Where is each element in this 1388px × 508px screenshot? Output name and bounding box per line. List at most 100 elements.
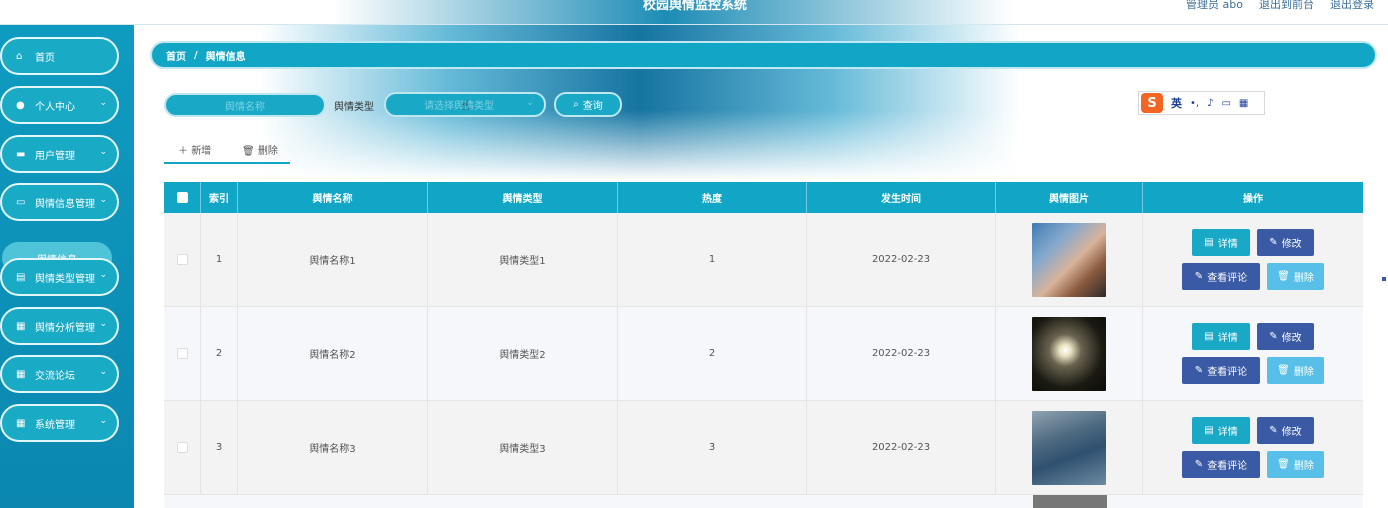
pencil-icon: ✎	[1194, 459, 1204, 470]
clipboard-icon: ▤	[16, 271, 26, 283]
cell-date: 2022-02-23	[807, 307, 996, 400]
cell-actions: ▤ 详情 ✎ 修改 ✎ 查看评论 🗑 删除	[1143, 401, 1363, 494]
delete-label: 删除	[1293, 461, 1314, 472]
breadcrumb: 首页 / 舆情信息	[150, 41, 1377, 69]
add-button[interactable]: ＋ 新增	[178, 142, 211, 157]
header-name: 舆情名称	[238, 182, 428, 213]
detail-button[interactable]: ▤ 详情	[1192, 229, 1250, 256]
logout-link[interactable]: 退出登录	[1330, 0, 1374, 12]
sidebar-item-user-management[interactable]: ▬ 用户管理 ⌄	[0, 135, 119, 173]
keyboard-icon[interactable]: ▭	[1221, 98, 1230, 109]
home-icon: ⌂	[16, 50, 23, 62]
chevron-down-icon: ⌄	[99, 270, 107, 280]
edit-button[interactable]: ✎ 修改	[1257, 323, 1314, 350]
delete-button[interactable]: 🗑 删除	[1267, 263, 1324, 290]
ime-toolbar[interactable]: S 英 •, ♪ ▭ ▦	[1138, 91, 1265, 115]
app-title: 校园舆情监控系统	[642, 0, 747, 13]
trash-icon: 🗑	[1277, 271, 1290, 282]
grid-icon: ▦	[16, 368, 26, 380]
row-checkbox[interactable]	[176, 442, 188, 453]
sidebar-item-label: 首页	[35, 52, 55, 64]
comment-label: 查看评论	[1207, 461, 1248, 472]
search-icon: ⌕	[573, 99, 579, 110]
back-to-front-link[interactable]: 退出到前台	[1259, 0, 1314, 12]
select-all-checkbox[interactable]	[176, 192, 188, 203]
delete-label: 删除	[1293, 273, 1314, 284]
chevron-down-icon: ⌄	[99, 147, 107, 157]
cell-name: 舆情名称1	[238, 213, 428, 306]
delete-label: 删除	[257, 146, 278, 157]
table-header: 索引 舆情名称 舆情类型 热度 发生时间 舆情图片 操作	[164, 182, 1363, 213]
detail-label: 详情	[1217, 333, 1238, 344]
sidebar-item-label: 舆情分析管理	[35, 322, 95, 334]
chevron-down-icon: ⌄	[99, 319, 107, 329]
sidebar-item-opinion-type-management[interactable]: ▤ 舆情类型管理 ⌄	[0, 258, 119, 296]
sidebar-item-label: 用户管理	[35, 150, 75, 162]
query-label: 查询	[582, 101, 603, 112]
edit-button[interactable]: ✎ 修改	[1257, 417, 1314, 444]
top-bar: 校园舆情监控系统 管理员 abo 退出到前台 退出登录	[0, 0, 1388, 25]
opinion-thumbnail[interactable]	[1032, 222, 1106, 297]
document-icon: ▤	[1204, 237, 1214, 248]
grid-icon[interactable]: ▦	[1239, 98, 1248, 109]
row-checkbox-cell	[164, 213, 201, 306]
grid-icon: ▦	[16, 320, 26, 332]
sidebar-item-system-management[interactable]: ▦ 系统管理 ⌄	[0, 404, 119, 442]
punctuation-icon[interactable]: •,	[1190, 98, 1199, 109]
chevron-down-icon: ⌄	[99, 195, 107, 205]
table-row: 1 舆情名称1 舆情类型1 1 2022-02-23 ▤ 详情 ✎ 修改 ✎ 查看评论…	[164, 213, 1363, 307]
sidebar-item-opinion-info-management[interactable]: ▭ 舆情信息管理 ⌄	[0, 183, 119, 221]
trash-icon: 🗑	[1277, 365, 1290, 376]
cell-heat: 2	[618, 307, 807, 400]
cell-index: 2	[201, 307, 238, 400]
sidebar-item-personal-center[interactable]: ● 个人中心 ⌄	[0, 86, 119, 124]
cell-date: 2022-02-23	[807, 401, 996, 494]
detail-label: 详情	[1217, 239, 1238, 250]
breadcrumb-home[interactable]: 首页	[166, 48, 186, 63]
delete-button[interactable]: 🗑 删除	[1267, 357, 1324, 384]
opinion-thumbnail[interactable]	[1032, 410, 1106, 485]
header-date: 发生时间	[807, 182, 996, 213]
chevron-down-icon: ⌄	[99, 416, 107, 426]
page: 校园舆情监控系统 管理员 abo 退出到前台 退出登录 ⌂ 首页 ● 个人中心 …	[0, 0, 1388, 508]
briefcase-icon: ▭	[16, 196, 26, 208]
opinion-thumbnail[interactable]	[1032, 316, 1106, 391]
edit-button[interactable]: ✎ 修改	[1257, 229, 1314, 256]
breadcrumb-separator: /	[194, 49, 198, 61]
delete-button[interactable]: 🗑 删除	[1267, 451, 1324, 478]
row-checkbox[interactable]	[176, 348, 188, 359]
header-heat: 热度	[618, 182, 807, 213]
sidebar-item-forum[interactable]: ▦ 交流论坛 ⌄	[0, 355, 119, 393]
pencil-icon: ✎	[1194, 365, 1204, 376]
document-icon: ▤	[1204, 425, 1214, 436]
sidebar-item-opinion-analysis-management[interactable]: ▦ 舆情分析管理 ⌄	[0, 307, 119, 345]
row-checkbox[interactable]	[176, 254, 188, 265]
header-select-all	[164, 182, 201, 213]
sidebar-item-home[interactable]: ⌂ 首页	[0, 37, 119, 75]
detail-button[interactable]: ▤ 详情	[1192, 323, 1250, 350]
sidebar-item-label: 交流论坛	[35, 370, 75, 382]
opinion-name-placeholder: 舆情名称	[225, 101, 265, 113]
pencil-icon: ✎	[1194, 271, 1204, 282]
background-wash	[260, 0, 1020, 180]
row-checkbox-cell	[164, 307, 201, 400]
grid-icon: ▦	[16, 417, 26, 429]
admin-user-link[interactable]: 管理员 abo	[1186, 0, 1243, 12]
edit-label: 修改	[1281, 239, 1302, 250]
batch-delete-button[interactable]: 🗑 删除	[242, 142, 278, 157]
cell-image	[996, 213, 1143, 306]
table-toolbar: ＋ 新增 🗑 删除	[164, 140, 290, 164]
cell-type: 舆情类型3	[428, 401, 618, 494]
view-comments-button[interactable]: ✎ 查看评论	[1182, 263, 1260, 290]
cell-index: 3	[201, 401, 238, 494]
cell-image	[996, 401, 1143, 494]
sogou-logo-icon: S	[1141, 93, 1163, 113]
ime-language[interactable]: 英	[1171, 95, 1182, 111]
detail-button[interactable]: ▤ 详情	[1192, 417, 1250, 444]
top-links: 管理员 abo 退出到前台 退出登录	[1186, 0, 1374, 12]
query-button[interactable]: ⌕ 查询	[554, 92, 622, 117]
view-comments-button[interactable]: ✎ 查看评论	[1182, 451, 1260, 478]
view-comments-button[interactable]: ✎ 查看评论	[1182, 357, 1260, 384]
microphone-icon[interactable]: ♪	[1207, 98, 1213, 109]
opinion-name-input[interactable]: 舆情名称	[164, 93, 326, 117]
